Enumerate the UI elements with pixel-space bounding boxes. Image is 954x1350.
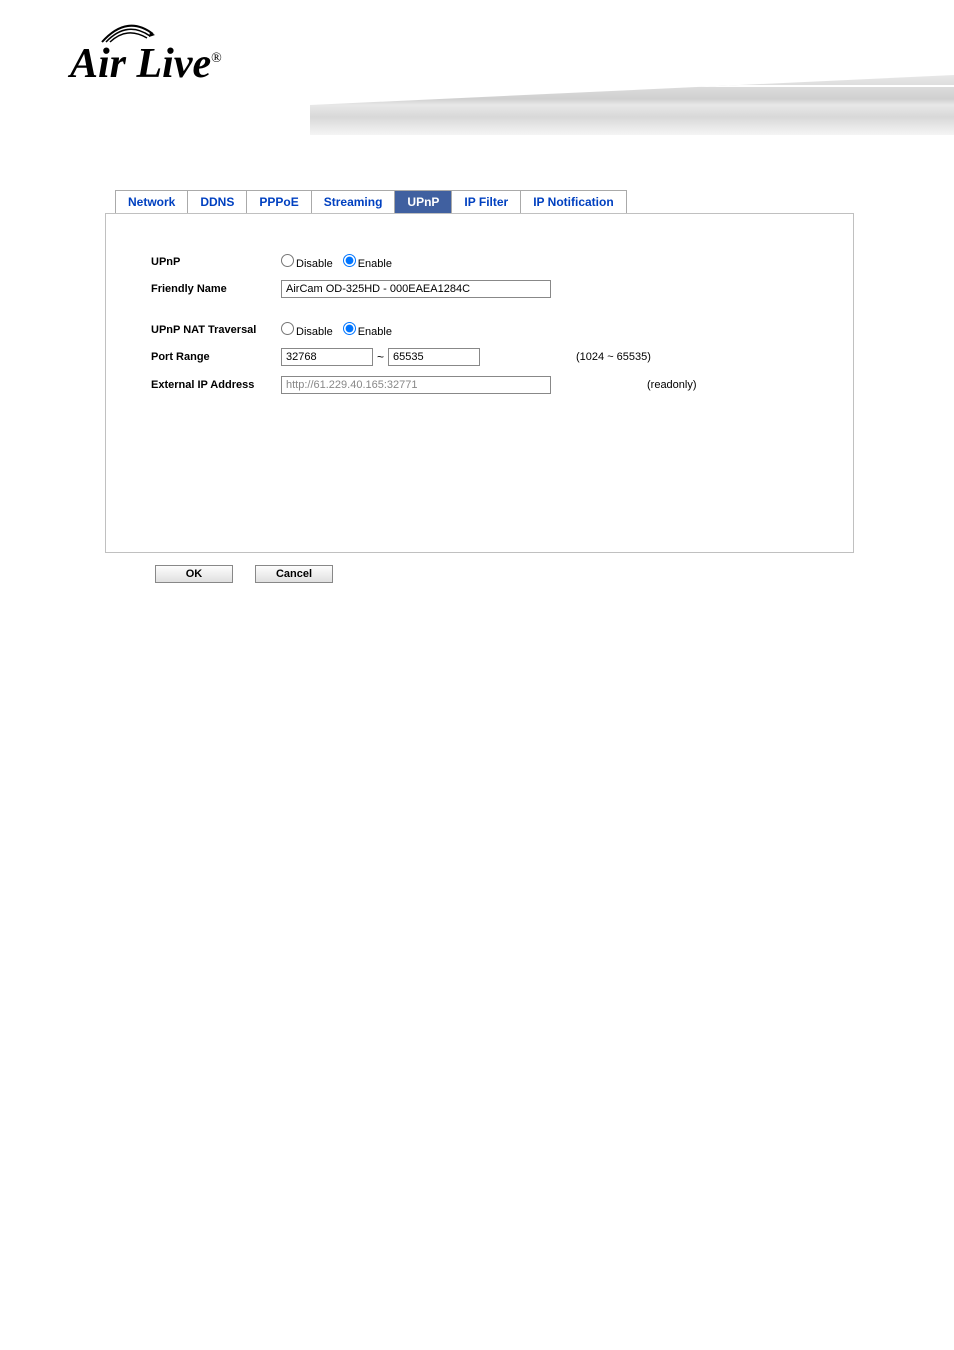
row-friendly-name: Friendly Name: [151, 280, 808, 298]
tab-network[interactable]: Network: [115, 190, 188, 213]
row-port-range: Port Range ~ (1024 ~ 65535): [151, 348, 808, 366]
label-friendly-name: Friendly Name: [151, 283, 281, 295]
logo-reg: ®: [211, 51, 222, 66]
ok-button[interactable]: OK: [155, 565, 233, 583]
radio-upnp-enable-input[interactable]: [343, 254, 356, 267]
row-external-ip: External IP Address (readonly): [151, 376, 808, 394]
tab-ip-notification[interactable]: IP Notification: [520, 190, 626, 213]
tab-pppoe[interactable]: PPPoE: [246, 190, 311, 213]
cancel-button[interactable]: Cancel: [255, 565, 333, 583]
header-swoosh-decoration: [310, 75, 954, 135]
external-ip-input: [281, 376, 551, 394]
radio-upnp-disable[interactable]: Disable: [281, 254, 333, 270]
row-upnp: UPnP Disable Enable: [151, 254, 808, 270]
port-range-tilde: ~: [377, 350, 384, 364]
friendly-name-input[interactable]: [281, 280, 551, 298]
radio-nat-disable[interactable]: Disable: [281, 322, 333, 338]
row-upnp-nat: UPnP NAT Traversal Disable Enable: [151, 322, 808, 338]
radio-upnp-enable-label: Enable: [358, 258, 392, 270]
radio-nat-enable-label: Enable: [358, 326, 392, 338]
tab-bar: Network DDNS PPPoE Streaming UPnP IP Fil…: [115, 190, 954, 213]
action-buttons: OK Cancel: [155, 565, 954, 583]
logo-arc-icon: [100, 22, 155, 44]
radio-nat-enable-input[interactable]: [343, 322, 356, 335]
radio-nat-disable-label: Disable: [296, 326, 333, 338]
logo: Air Live®: [70, 40, 222, 88]
tab-streaming[interactable]: Streaming: [311, 190, 396, 213]
tab-upnp[interactable]: UPnP: [394, 190, 452, 213]
tab-ip-filter[interactable]: IP Filter: [451, 190, 521, 213]
label-port-range: Port Range: [151, 351, 281, 363]
radio-upnp-disable-label: Disable: [296, 258, 333, 270]
tab-ddns[interactable]: DDNS: [187, 190, 247, 213]
radio-nat-disable-input[interactable]: [281, 322, 294, 335]
label-upnp-nat: UPnP NAT Traversal: [151, 324, 281, 336]
logo-text: Air Live: [70, 41, 211, 87]
page-header: Air Live®: [0, 0, 954, 130]
content-panel: UPnP Disable Enable Friendly Name UPnP N…: [105, 213, 854, 553]
port-range-to-input[interactable]: [388, 348, 480, 366]
external-ip-hint: (readonly): [647, 379, 697, 391]
port-range-hint: (1024 ~ 65535): [576, 351, 651, 363]
label-external-ip: External IP Address: [151, 379, 281, 391]
radio-upnp-enable[interactable]: Enable: [343, 254, 392, 270]
label-upnp: UPnP: [151, 256, 281, 268]
port-range-from-input[interactable]: [281, 348, 373, 366]
radio-nat-enable[interactable]: Enable: [343, 322, 392, 338]
radio-upnp-disable-input[interactable]: [281, 254, 294, 267]
